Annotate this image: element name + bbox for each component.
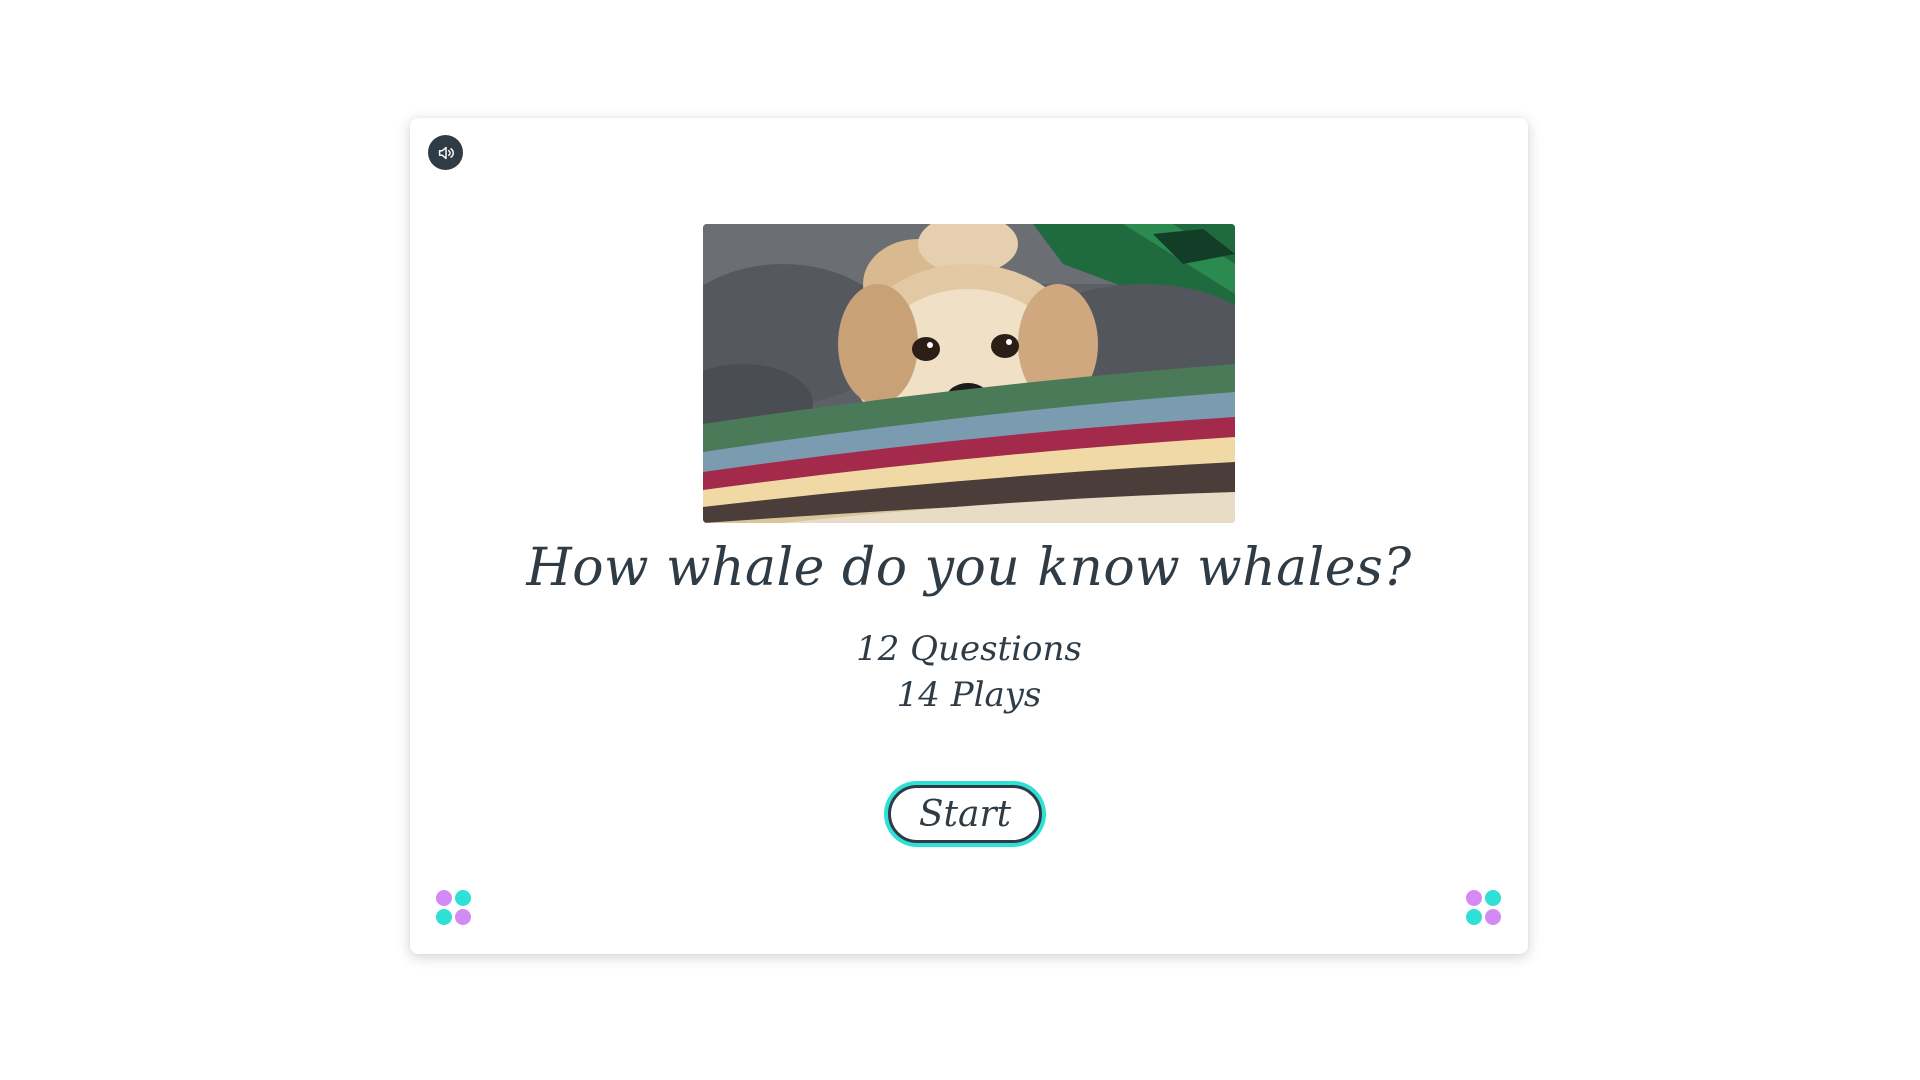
questions-count: 12 Questions	[856, 629, 1082, 669]
dog-photo	[703, 224, 1235, 523]
four-dots-logo-icon	[436, 890, 472, 926]
four-dots-logo-icon	[1466, 890, 1502, 926]
plays-count: 14 Plays	[896, 675, 1042, 715]
quiz-card: How whale do you know whales? 12 Questio…	[410, 118, 1528, 954]
sound-toggle-button[interactable]	[428, 135, 463, 170]
quiz-title: How whale do you know whales?	[526, 538, 1412, 598]
speaker-icon	[438, 146, 454, 159]
quiz-cover-image	[703, 224, 1235, 523]
quiz-stats: 12 Questions 14 Plays	[410, 626, 1528, 718]
start-button[interactable]: Start	[888, 785, 1042, 843]
